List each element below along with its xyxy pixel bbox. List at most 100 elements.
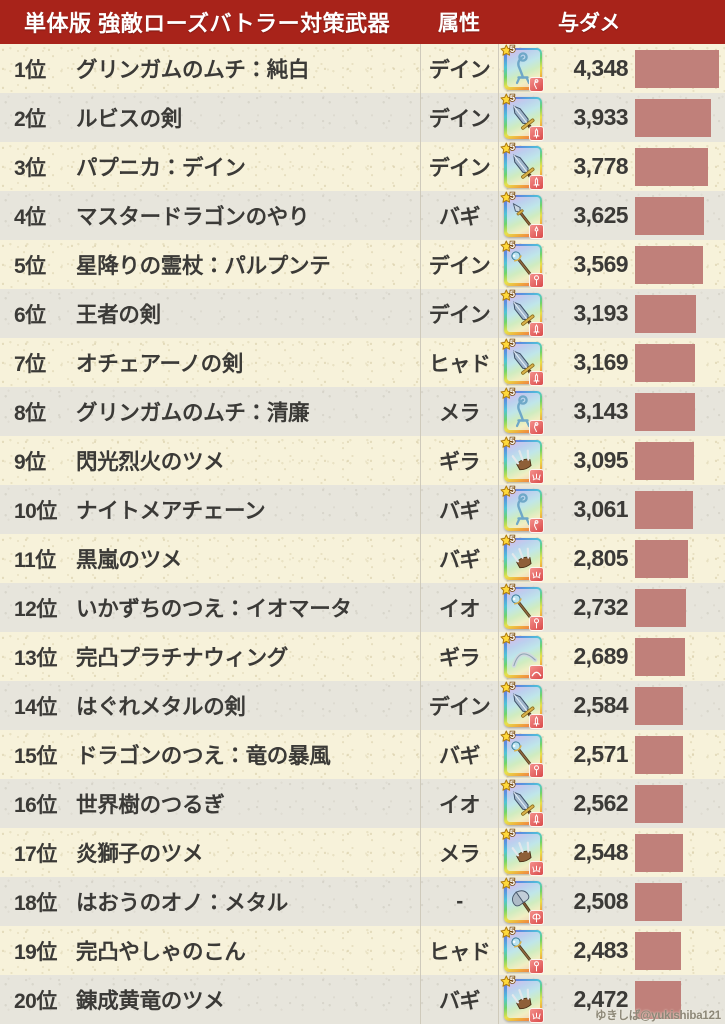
weapon-card-icon[interactable]: 5 [500,191,544,239]
weapon-type-badge-icon [529,566,544,582]
rank-label: 7位 [14,352,46,376]
table-row[interactable]: 1位 グリンガムのムチ：純白 デイン 5 4,348 [0,44,725,93]
weapon-icon-cell[interactable]: 5 [499,975,547,1023]
damage-bar [635,686,684,725]
damage-bar-cell [635,877,725,926]
rank-label: 12位 [14,597,57,621]
table-row[interactable]: 17位 炎獅子のツメ メラ 5 2,548 [0,828,725,877]
weapon-name-label: 完凸やしゃのこん [76,940,246,964]
weapon-card-icon[interactable]: 5 [500,534,544,582]
weapon-icon-cell[interactable]: 5 [499,583,547,631]
damage-bar [635,49,719,88]
weapon-name-label: いかずちのつえ：イオマータ [76,597,352,621]
star-rank-badge: 5 [500,240,519,257]
damage-value-label: 3,169 [573,349,628,375]
attribute-label: ヒャド [428,940,491,964]
weapon-icon-cell[interactable]: 5 [499,877,547,925]
weapon-icon-cell[interactable]: 5 [499,436,547,484]
weapon-icon-cell[interactable]: 5 [499,387,547,435]
weapon-card-icon[interactable]: 5 [500,828,544,876]
weapon-icon-cell[interactable]: 5 [499,730,547,778]
table-row[interactable]: 16位 世界樹のつるぎ イオ 5 2,562 [0,779,725,828]
weapon-type-badge-icon [529,419,544,435]
star-rank-badge: 5 [500,681,519,698]
weapon-icon-cell[interactable]: 5 [499,338,547,386]
weapon-icon-cell[interactable]: 5 [499,93,547,141]
weapon-card-icon[interactable]: 5 [500,289,544,337]
weapon-card-icon[interactable]: 5 [500,44,544,92]
table-row[interactable]: 19位 完凸やしゃのこん ヒャド 5 2,483 [0,926,725,975]
weapon-card-icon[interactable]: 5 [500,240,544,288]
weapon-icon-cell[interactable]: 5 [499,240,547,288]
attribute-label: バギ [439,989,481,1013]
table-row[interactable]: 15位 ドラゴンのつえ：竜の暴風 バギ 5 2,571 [0,730,725,779]
table-row[interactable]: 18位 はおうのオノ：メタル - 5 2,508 [0,877,725,926]
damage-value-label: 2,548 [573,839,628,865]
weapon-type-badge-icon [529,517,544,533]
svg-text:5: 5 [510,485,516,496]
table-row[interactable]: 6位 王者の剣 デイン 5 3,193 [0,289,725,338]
weapon-card-icon[interactable]: 5 [500,387,544,435]
weapon-card-icon[interactable]: 5 [500,975,544,1023]
weapon-card-icon[interactable]: 5 [500,436,544,484]
table-row[interactable]: 11位 黒嵐のツメ バギ 5 2,805 [0,534,725,583]
damage-value-label: 2,483 [573,937,628,963]
table-row[interactable]: 2位 ルビスの剣 デイン 5 3,933 [0,93,725,142]
star-rank-badge: 5 [500,534,519,551]
damage-bar [635,588,687,627]
table-row[interactable]: 5位 星降りの霊杖：パルプンテ デイン 5 3,569 [0,240,725,289]
table-row[interactable]: 8位 グリンガムのムチ：清廉 メラ 5 3,143 [0,387,725,436]
weapon-card-icon[interactable]: 5 [500,583,544,631]
table-row[interactable]: 3位 パプニカ：デイン デイン 5 3,778 [0,142,725,191]
weapon-type-badge-icon [529,909,544,925]
svg-text:5: 5 [510,975,516,986]
weapon-icon-cell[interactable]: 5 [499,191,547,239]
weapon-icon-cell[interactable]: 5 [499,534,547,582]
rank-label: 3位 [14,156,46,180]
table-row[interactable]: 13位 完凸プラチナウィング ギラ 5 2,689 [0,632,725,681]
weapon-icon-cell[interactable]: 5 [499,681,547,729]
weapon-type-badge-icon [529,321,544,337]
damage-value-label: 3,193 [573,300,628,326]
weapon-card-icon[interactable]: 5 [500,730,544,778]
damage-bar-cell [635,289,725,338]
weapon-icon-cell[interactable]: 5 [499,779,547,827]
weapon-card-icon[interactable]: 5 [500,93,544,141]
weapon-icon-cell[interactable]: 5 [499,926,547,974]
weapon-icon-cell[interactable]: 5 [499,289,547,337]
weapon-card-icon[interactable]: 5 [500,877,544,925]
svg-text:5: 5 [510,534,516,545]
weapon-name-label: ルビスの剣 [76,107,183,131]
attribute-label: バギ [439,499,481,523]
weapon-icon-cell[interactable]: 5 [499,632,547,680]
weapon-card-icon[interactable]: 5 [500,926,544,974]
weapon-card-icon[interactable]: 5 [500,681,544,729]
table-row[interactable]: 4位 マスタードラゴンのやり バギ 5 3,625 [0,191,725,240]
weapon-card-icon[interactable]: 5 [500,779,544,827]
weapon-name-label: パプニカ：デイン [76,156,246,180]
weapon-card-icon[interactable]: 5 [500,485,544,533]
weapon-icon-cell[interactable]: 5 [499,44,547,92]
weapon-icon-cell[interactable]: 5 [499,142,547,190]
weapon-icon-cell[interactable]: 5 [499,828,547,876]
weapon-name-label: 完凸プラチナウィング [76,646,289,670]
table-row[interactable]: 12位 いかずちのつえ：イオマータ イオ 5 2,732 [0,583,725,632]
rank-label: 17位 [14,842,57,866]
weapon-card-icon[interactable]: 5 [500,142,544,190]
table-row[interactable]: 9位 閃光烈火のツメ ギラ 5 3,095 [0,436,725,485]
attribute-label: メラ [439,842,481,866]
table-row[interactable]: 14位 はぐれメタルの剣 デイン 5 2,584 [0,681,725,730]
table-row[interactable]: 7位 オチェアーノの剣 ヒャド 5 3,169 [0,338,725,387]
weapon-card-icon[interactable]: 5 [500,632,544,680]
weapon-card-icon[interactable]: 5 [500,338,544,386]
rank-label: 2位 [14,107,46,131]
table-row[interactable]: 10位 ナイトメアチェーン バギ 5 3,061 [0,485,725,534]
weapon-name-label: 閃光烈火のツメ [76,450,225,474]
damage-bar-cell [635,485,725,534]
damage-bar-cell [635,93,725,142]
weapon-name-label: オチェアーノの剣 [76,352,244,376]
svg-text:5: 5 [510,877,516,888]
damage-value-label: 4,348 [573,55,628,81]
ranking-table-app: 単体版 強敵ローズバトラー対策武器 属性 与ダメ 1位 グリンガムのムチ：純白 デイ… [0,0,725,1024]
weapon-icon-cell[interactable]: 5 [499,485,547,533]
